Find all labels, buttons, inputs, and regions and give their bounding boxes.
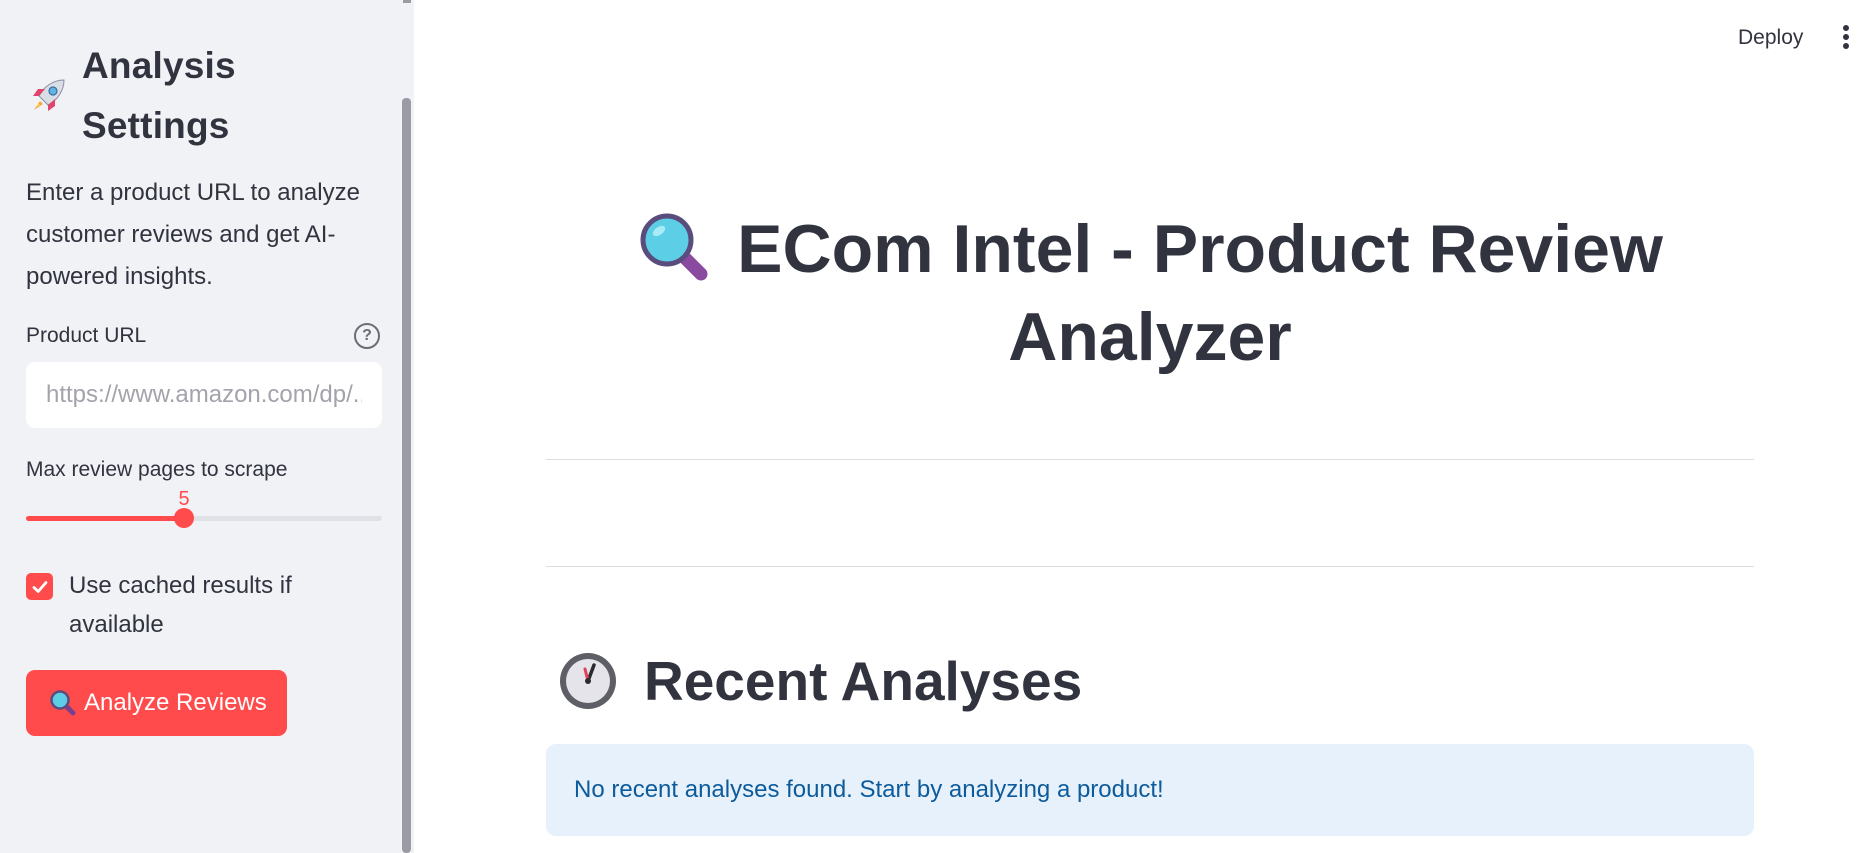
stopwatch-icon (556, 649, 620, 713)
analyze-reviews-label: Analyze Reviews (84, 689, 267, 716)
deploy-button[interactable]: Deploy (1730, 20, 1811, 56)
cache-checkbox[interactable] (26, 573, 53, 600)
sidebar-scroll-tick (403, 0, 411, 3)
analyze-reviews-button[interactable]: Analyze Reviews (26, 670, 287, 736)
kebab-dot (1843, 25, 1849, 31)
sidebar-content: Analysis Settings Enter a product URL to… (26, 36, 382, 736)
help-icon[interactable]: ? (354, 323, 380, 349)
url-field-label: Product URL (26, 324, 147, 347)
rocket-icon (26, 74, 70, 118)
slider-thumb[interactable] (174, 508, 194, 528)
magnifier-icon (48, 688, 78, 718)
info-alert-text: No recent analyses found. Start by analy… (574, 776, 1164, 803)
divider (546, 459, 1754, 460)
sidebar-description: Enter a product URL to analyze customer … (26, 179, 360, 290)
info-alert: No recent analyses found. Start by analy… (546, 744, 1754, 836)
cache-checkbox-label: Use cached results if available (69, 572, 292, 638)
max-pages-slider[interactable]: 5 (26, 482, 382, 534)
recent-analyses-heading: Recent Analyses (556, 648, 1082, 714)
checkmark-icon (32, 580, 47, 593)
kebab-menu-icon[interactable] (1836, 22, 1856, 52)
page-title-text: ECom Intel - Product Review Analyzer (737, 211, 1663, 375)
kebab-dot (1843, 34, 1849, 40)
recent-analyses-title: Recent Analyses (644, 650, 1083, 712)
sidebar-title: Analysis Settings (26, 36, 382, 156)
slider-label: Max review pages to scrape (26, 458, 288, 481)
sidebar-title-text: Analysis Settings (82, 45, 236, 146)
divider (546, 566, 1754, 567)
kebab-dot (1843, 43, 1849, 49)
product-url-input[interactable] (26, 362, 382, 428)
cache-checkbox-row[interactable]: Use cached results if available (26, 566, 382, 644)
page-title: ECom Intel - Product Review Analyzer (545, 205, 1755, 381)
magnifier-icon (637, 210, 713, 286)
slider-fill (26, 516, 184, 521)
sidebar-scrollbar[interactable] (402, 98, 411, 853)
url-field-label-row: Product URL ? (26, 320, 382, 352)
sidebar: Analysis Settings Enter a product URL to… (0, 0, 414, 853)
